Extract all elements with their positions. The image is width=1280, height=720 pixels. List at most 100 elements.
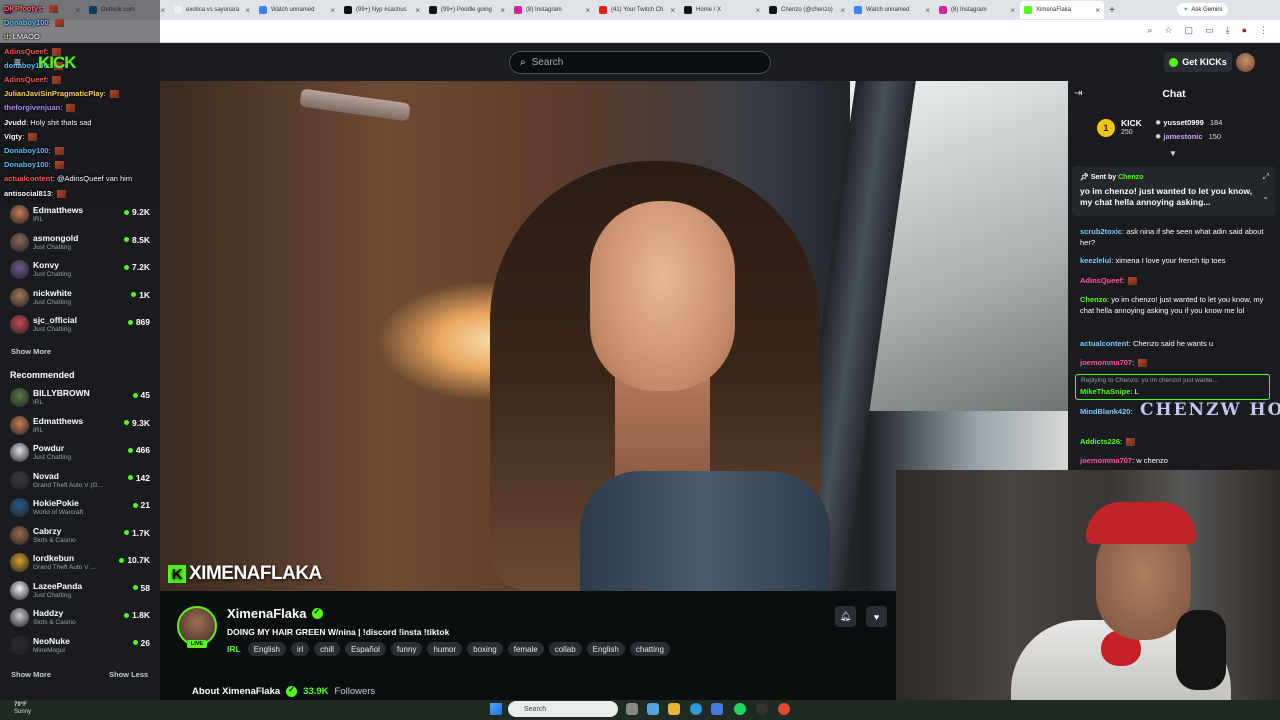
- notification-bell-button[interactable]: 🔔︎: [835, 606, 856, 627]
- tab-close-icon[interactable]: ×: [670, 6, 675, 15]
- chat-username[interactable]: scrub2toxic: [1080, 227, 1122, 236]
- chat-username[interactable]: MindBlank420: [1080, 407, 1130, 416]
- taskbar-search[interactable]: Search: [508, 701, 618, 717]
- sidebar-channel[interactable]: LazeePanda Just Chatting 58: [10, 579, 152, 605]
- sidebar-channel[interactable]: Cabrzy Slots & Casino 1.7K: [10, 524, 152, 550]
- streamer-name[interactable]: XimenaFlaka: [227, 606, 323, 621]
- stream-tag[interactable]: chatting: [629, 642, 670, 656]
- stream-tag[interactable]: English: [586, 642, 625, 656]
- sidebar-channel[interactable]: Powdur Just Chatting 466: [10, 441, 152, 467]
- tab-close-icon[interactable]: ×: [585, 6, 590, 15]
- tab-close-icon[interactable]: ×: [755, 6, 760, 15]
- kick-logo[interactable]: KICK: [38, 53, 77, 73]
- sidebar-channel[interactable]: Haddzy Slots & Casino 1.8K: [10, 606, 152, 632]
- stream-tag[interactable]: chill: [314, 642, 340, 656]
- channel-name: nickwhite: [33, 287, 72, 298]
- cast-icon[interactable]: ▭: [1205, 25, 1214, 36]
- sidebar-channel[interactable]: asmongold Just Chatting 8.5K: [10, 231, 152, 257]
- viewer-count-text: 9.2K: [132, 207, 150, 217]
- chat-username[interactable]: joemomma707: [1080, 358, 1132, 367]
- tab-close-icon[interactable]: ×: [840, 6, 845, 15]
- weather-widget[interactable]: 79°F Sunny: [14, 702, 31, 716]
- task-view-icon[interactable]: [626, 703, 638, 715]
- tab-close-icon[interactable]: ×: [1095, 6, 1100, 15]
- stream-tag[interactable]: boxing: [467, 642, 503, 656]
- store-icon[interactable]: [711, 703, 723, 715]
- sidebar-channel[interactable]: nickwhite Just Chatting 1K: [10, 286, 152, 312]
- browser-tab[interactable]: (99+) Nyp #cachus ×: [340, 1, 424, 19]
- stream-tag[interactable]: irl: [290, 642, 310, 656]
- widgets-icon[interactable]: [647, 703, 659, 715]
- tab-close-icon[interactable]: ×: [160, 6, 165, 15]
- sidebar-channel[interactable]: Edmatthews IRL 9.2K: [10, 203, 152, 229]
- leaderboard-value: 150: [1208, 132, 1222, 141]
- stream-tag[interactable]: collab: [548, 642, 582, 656]
- browser-tab[interactable]: (8) Instagram ×: [510, 1, 594, 19]
- chevron-down-icon[interactable]: ⌄: [1262, 192, 1269, 201]
- hamburger-menu-icon[interactable]: ≡: [14, 55, 21, 69]
- unpin-icon[interactable]: ⤢: [1263, 172, 1269, 182]
- chrome-icon[interactable]: [778, 703, 790, 715]
- address-bar[interactable]: ⌕ ☆ ▢ ▭ ⤓ ● ⋮: [0, 20, 1280, 43]
- channel-avatar: [10, 287, 29, 307]
- zoom-icon[interactable]: ⌕: [1147, 25, 1152, 36]
- sidebar-channel[interactable]: Edmatthews IRL 9.3K: [10, 414, 152, 440]
- chat-username[interactable]: actualcontent: [1080, 339, 1129, 348]
- browser-tab[interactable]: XimenaFlaka ×: [1020, 1, 1104, 19]
- tab-close-icon[interactable]: ×: [925, 6, 930, 15]
- tab-close-icon[interactable]: ×: [415, 6, 420, 15]
- chat-username[interactable]: AdinsQueef: [1080, 276, 1122, 285]
- sidebar-channel[interactable]: lordkebun Grand Theft Auto V ... 10.7K: [10, 551, 152, 577]
- sidebar-channel[interactable]: NeoNuke MineMogul 26: [10, 634, 152, 660]
- obs-icon[interactable]: [756, 703, 768, 715]
- tab-close-icon[interactable]: ×: [500, 6, 505, 15]
- windows-start-icon[interactable]: [490, 703, 502, 715]
- browser-tab[interactable]: Watch unnamed ×: [255, 1, 339, 19]
- ask-gemini-button[interactable]: ✦ Ask Gemini: [1177, 3, 1228, 16]
- follow-heart-button[interactable]: ♥: [866, 606, 887, 627]
- stream-tag[interactable]: English: [247, 642, 286, 656]
- download-icon[interactable]: ⤓: [1226, 25, 1230, 36]
- browser-tab[interactable]: (8) Instagram ×: [935, 1, 1019, 19]
- edge-icon[interactable]: [690, 703, 702, 715]
- sidebar-channel[interactable]: HokiePokie World of Warcraft 21: [10, 496, 152, 522]
- file-explorer-icon[interactable]: [668, 703, 680, 715]
- tab-close-icon[interactable]: ×: [1010, 6, 1015, 15]
- sidebar-channel[interactable]: sjc_official Just Chatting 869: [10, 313, 152, 339]
- bookmark-star-icon[interactable]: ☆: [1164, 25, 1172, 36]
- browser-tab[interactable]: exotica vs sayonara ×: [170, 1, 254, 19]
- chat-username[interactable]: joemomma707: [1080, 456, 1132, 465]
- chat-username[interactable]: Addicts226: [1080, 437, 1120, 446]
- get-kicks-button[interactable]: Get KICKs: [1164, 52, 1232, 72]
- show-more-link[interactable]: Show More: [11, 347, 51, 356]
- sidebar-channel[interactable]: Konvy Just Chatting 7.2K: [10, 258, 152, 284]
- show-less-link[interactable]: Show Less: [109, 670, 148, 679]
- profile-icon[interactable]: ●: [1242, 25, 1247, 36]
- browser-tab[interactable]: (99+) Poodle going ×: [425, 1, 509, 19]
- tab-close-icon[interactable]: ×: [245, 6, 250, 15]
- expand-leaderboard-icon[interactable]: ▼: [1169, 149, 1177, 158]
- browser-tab[interactable]: Watch unnamed ×: [850, 1, 934, 19]
- recommended-heading: Recommended: [10, 370, 75, 380]
- chat-username[interactable]: keezlelul: [1080, 256, 1111, 265]
- tab-close-icon[interactable]: ×: [330, 6, 335, 15]
- chat-username[interactable]: Chenzo: [1080, 295, 1107, 304]
- stream-tag[interactable]: female: [507, 642, 544, 656]
- stream-tag[interactable]: Español: [344, 642, 386, 656]
- spotify-icon[interactable]: [734, 703, 746, 715]
- stream-tag[interactable]: humor: [427, 642, 463, 656]
- stream-tag[interactable]: funny: [390, 642, 423, 656]
- menu-dots-icon[interactable]: ⋮: [1259, 25, 1268, 36]
- category-link[interactable]: IRL: [227, 644, 241, 654]
- new-tab-icon[interactable]: +: [1105, 5, 1119, 16]
- sidebar-channel[interactable]: Novad Grand Theft Auto V (G... 142: [10, 469, 152, 495]
- sidebar-channel[interactable]: BILLYBROWN IRL 45: [10, 386, 152, 412]
- browser-tab[interactable]: (41) Your Twitch Ch ×: [595, 1, 679, 19]
- pinned-message[interactable]: 📌︎ Sent by Chenzo yo im chenzo! just wan…: [1072, 166, 1275, 216]
- user-avatar[interactable]: [1236, 53, 1255, 72]
- browser-tab[interactable]: Chenzo (@chenzo) ×: [765, 1, 849, 19]
- browser-tab[interactable]: Home / X ×: [680, 1, 764, 19]
- search-input[interactable]: ⌕ Search: [509, 51, 771, 74]
- extensions-icon[interactable]: ▢: [1185, 25, 1194, 36]
- show-more-link[interactable]: Show More: [11, 670, 51, 679]
